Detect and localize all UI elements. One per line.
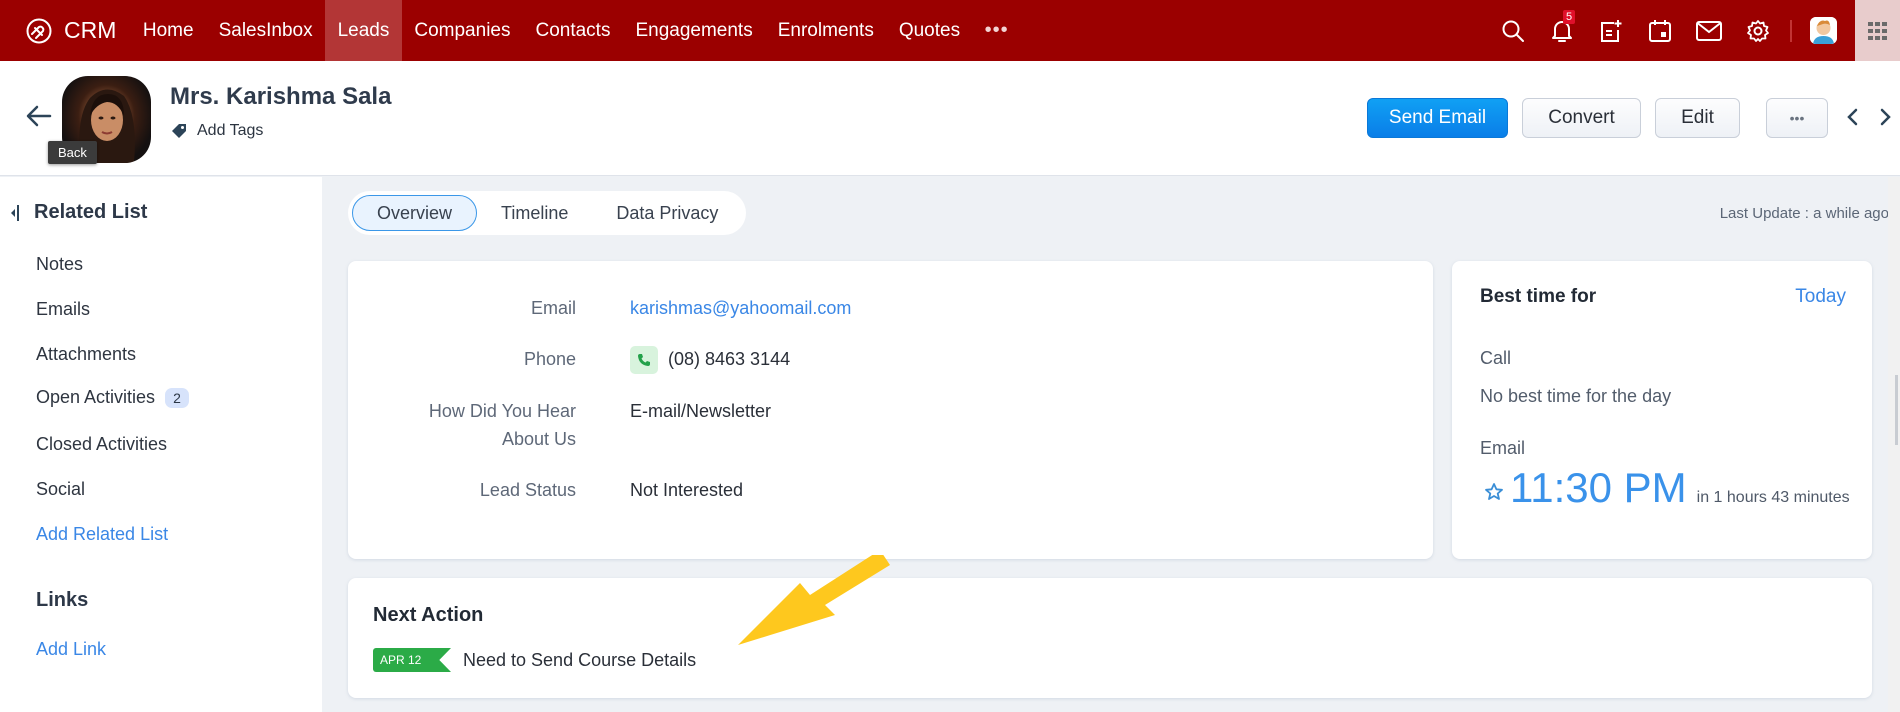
calendar-button[interactable] — [1635, 0, 1684, 61]
notification-count-badge: 5 — [1563, 10, 1576, 24]
next-action-card: Next Action APR 12 Need to Send Course D… — [348, 578, 1872, 698]
tab-overview[interactable]: Overview — [352, 195, 478, 231]
next-action-title: Next Action — [373, 604, 484, 626]
email-best-time-value: 11:30 PM — [1510, 464, 1687, 511]
send-email-button[interactable]: Send Email — [1367, 98, 1508, 138]
sidebar-item-attachments[interactable]: Attachments — [36, 344, 136, 365]
phone-field: (08) 8463 3144 — [630, 345, 790, 375]
related-list-title: Related List — [34, 201, 148, 223]
how-did-you-hear-value: E-mail/Newsletter — [630, 401, 772, 421]
search-icon — [1502, 20, 1524, 42]
settings-button[interactable] — [1733, 0, 1782, 61]
nav-engagements[interactable]: Engagements — [623, 0, 765, 61]
related-list-header: Related List — [10, 201, 147, 224]
chevron-left-icon[interactable] — [1846, 108, 1858, 126]
call-button[interactable] — [630, 346, 658, 375]
phone-icon — [638, 354, 650, 367]
main-nav: Home SalesInbox Leads Companies Contacts… — [130, 0, 1020, 61]
search-button[interactable] — [1488, 0, 1537, 61]
record-pager — [1846, 108, 1892, 126]
email-best-time-label: Email — [1480, 438, 1526, 458]
annotation-arrow — [738, 555, 890, 645]
mail-icon — [1695, 20, 1722, 41]
collapse-sidebar-icon[interactable] — [10, 204, 20, 222]
sidebar-item-notes[interactable]: Notes — [36, 254, 83, 275]
gear-icon — [1746, 19, 1769, 42]
related-list-sidebar: Related List Notes Emails Attachments Op… — [0, 177, 322, 712]
last-update-text: Last Update : a while ago — [1719, 205, 1889, 222]
nav-more-button[interactable]: ••• — [973, 0, 1021, 61]
nav-home[interactable]: Home — [130, 0, 206, 61]
how-did-you-hear-label: How Did You Hear About Us — [348, 397, 576, 453]
call-label: Call — [1480, 348, 1512, 368]
add-tags-label: Add Tags — [197, 122, 264, 139]
email-label: Email — [530, 298, 576, 318]
scrollbar-thumb[interactable] — [1895, 375, 1898, 445]
user-avatar[interactable] — [1810, 17, 1837, 44]
nav-leads[interactable]: Leads — [325, 0, 402, 61]
top-actions: 5 — [1488, 0, 1900, 61]
tag-icon — [172, 124, 186, 138]
phone-label: Phone — [523, 349, 576, 369]
user-avatar-icon — [1810, 17, 1837, 44]
brand-name: CRM — [64, 17, 117, 43]
lead-name: Mrs. Karishma Sala — [170, 83, 392, 110]
next-action-date-flag: APR 12 — [373, 648, 451, 672]
nav-salesinbox[interactable]: SalesInbox — [206, 0, 325, 61]
phone-value[interactable]: (08) 8463 3144 — [668, 349, 790, 369]
add-note-icon — [1600, 19, 1621, 42]
next-action-item: APR 12 Need to Send Course Details — [373, 648, 696, 672]
best-time-title: Best time for — [1480, 286, 1597, 307]
apps-grid-icon — [1867, 21, 1887, 40]
convert-button[interactable]: Convert — [1522, 98, 1641, 138]
sidebar-item-closed-activities[interactable]: Closed Activities — [36, 434, 167, 455]
next-action-text[interactable]: Need to Send Course Details — [463, 650, 696, 671]
edit-button[interactable]: Edit — [1655, 98, 1740, 138]
apps-grid-button[interactable] — [1855, 0, 1900, 61]
call-best-time-value: No best time for the day — [1480, 386, 1672, 406]
open-activities-label: Open Activities — [36, 387, 156, 407]
sidebar-item-open-activities[interactable]: Open Activities 2 — [36, 387, 189, 408]
top-navigation-bar: CRM Home SalesInbox Leads Companies Cont… — [0, 0, 1900, 61]
lead-details-card: Email karishmas@yahoomail.com Phone (08)… — [348, 261, 1433, 559]
nav-companies[interactable]: Companies — [402, 0, 523, 61]
email-value[interactable]: karishmas@yahoomail.com — [630, 294, 851, 322]
back-button[interactable] — [26, 105, 52, 132]
tab-data-privacy[interactable]: Data Privacy — [592, 195, 742, 231]
back-tooltip: Back — [48, 141, 97, 164]
notifications-button[interactable]: 5 — [1537, 0, 1586, 61]
star-icon — [1485, 483, 1503, 500]
more-actions-button[interactable]: ••• — [1766, 98, 1828, 138]
create-note-button[interactable] — [1586, 0, 1635, 61]
nav-contacts[interactable]: Contacts — [523, 0, 623, 61]
arrow-left-icon — [26, 105, 52, 127]
tab-timeline[interactable]: Timeline — [477, 195, 592, 231]
links-title: Links — [36, 589, 89, 611]
nav-quotes[interactable]: Quotes — [886, 0, 972, 61]
email-best-time-relative: in 1 hours 43 minutes — [1696, 489, 1850, 506]
add-related-list-link[interactable]: Add Related List — [36, 524, 168, 545]
sidebar-item-social[interactable]: Social — [36, 479, 85, 500]
toolbar-divider — [1790, 19, 1792, 42]
sidebar-item-emails[interactable]: Emails — [36, 299, 90, 320]
chevron-right-icon[interactable] — [1880, 108, 1892, 126]
lead-status-label: Lead Status — [479, 480, 576, 500]
how-did-you-hear-label-line2: About Us — [501, 429, 576, 449]
record-tabs: Overview Timeline Data Privacy — [348, 191, 747, 235]
best-time-period-selector[interactable]: Today — [1795, 286, 1846, 308]
crm-logo-icon — [26, 18, 52, 43]
add-tags-button[interactable]: Add Tags — [171, 122, 263, 140]
lead-status-value: Not Interested — [630, 480, 744, 500]
nav-enrolments[interactable]: Enrolments — [765, 0, 886, 61]
page-scrollbar[interactable] — [1888, 177, 1900, 712]
mail-button[interactable] — [1684, 0, 1733, 61]
calendar-icon — [1648, 19, 1671, 42]
best-time-card: Best time for Today Call No best time fo… — [1452, 261, 1872, 559]
record-header: Back Mrs. Karishma Sala Add Tags Send Em… — [0, 61, 1900, 176]
crm-logo[interactable]: CRM — [22, 17, 116, 44]
how-did-you-hear-label-line1: How Did You Hear — [428, 401, 576, 421]
email-best-time: 11:30 PM in 1 hours 43 minutes — [1484, 464, 1850, 512]
open-activities-count: 2 — [165, 387, 189, 408]
add-link-link[interactable]: Add Link — [36, 639, 106, 660]
